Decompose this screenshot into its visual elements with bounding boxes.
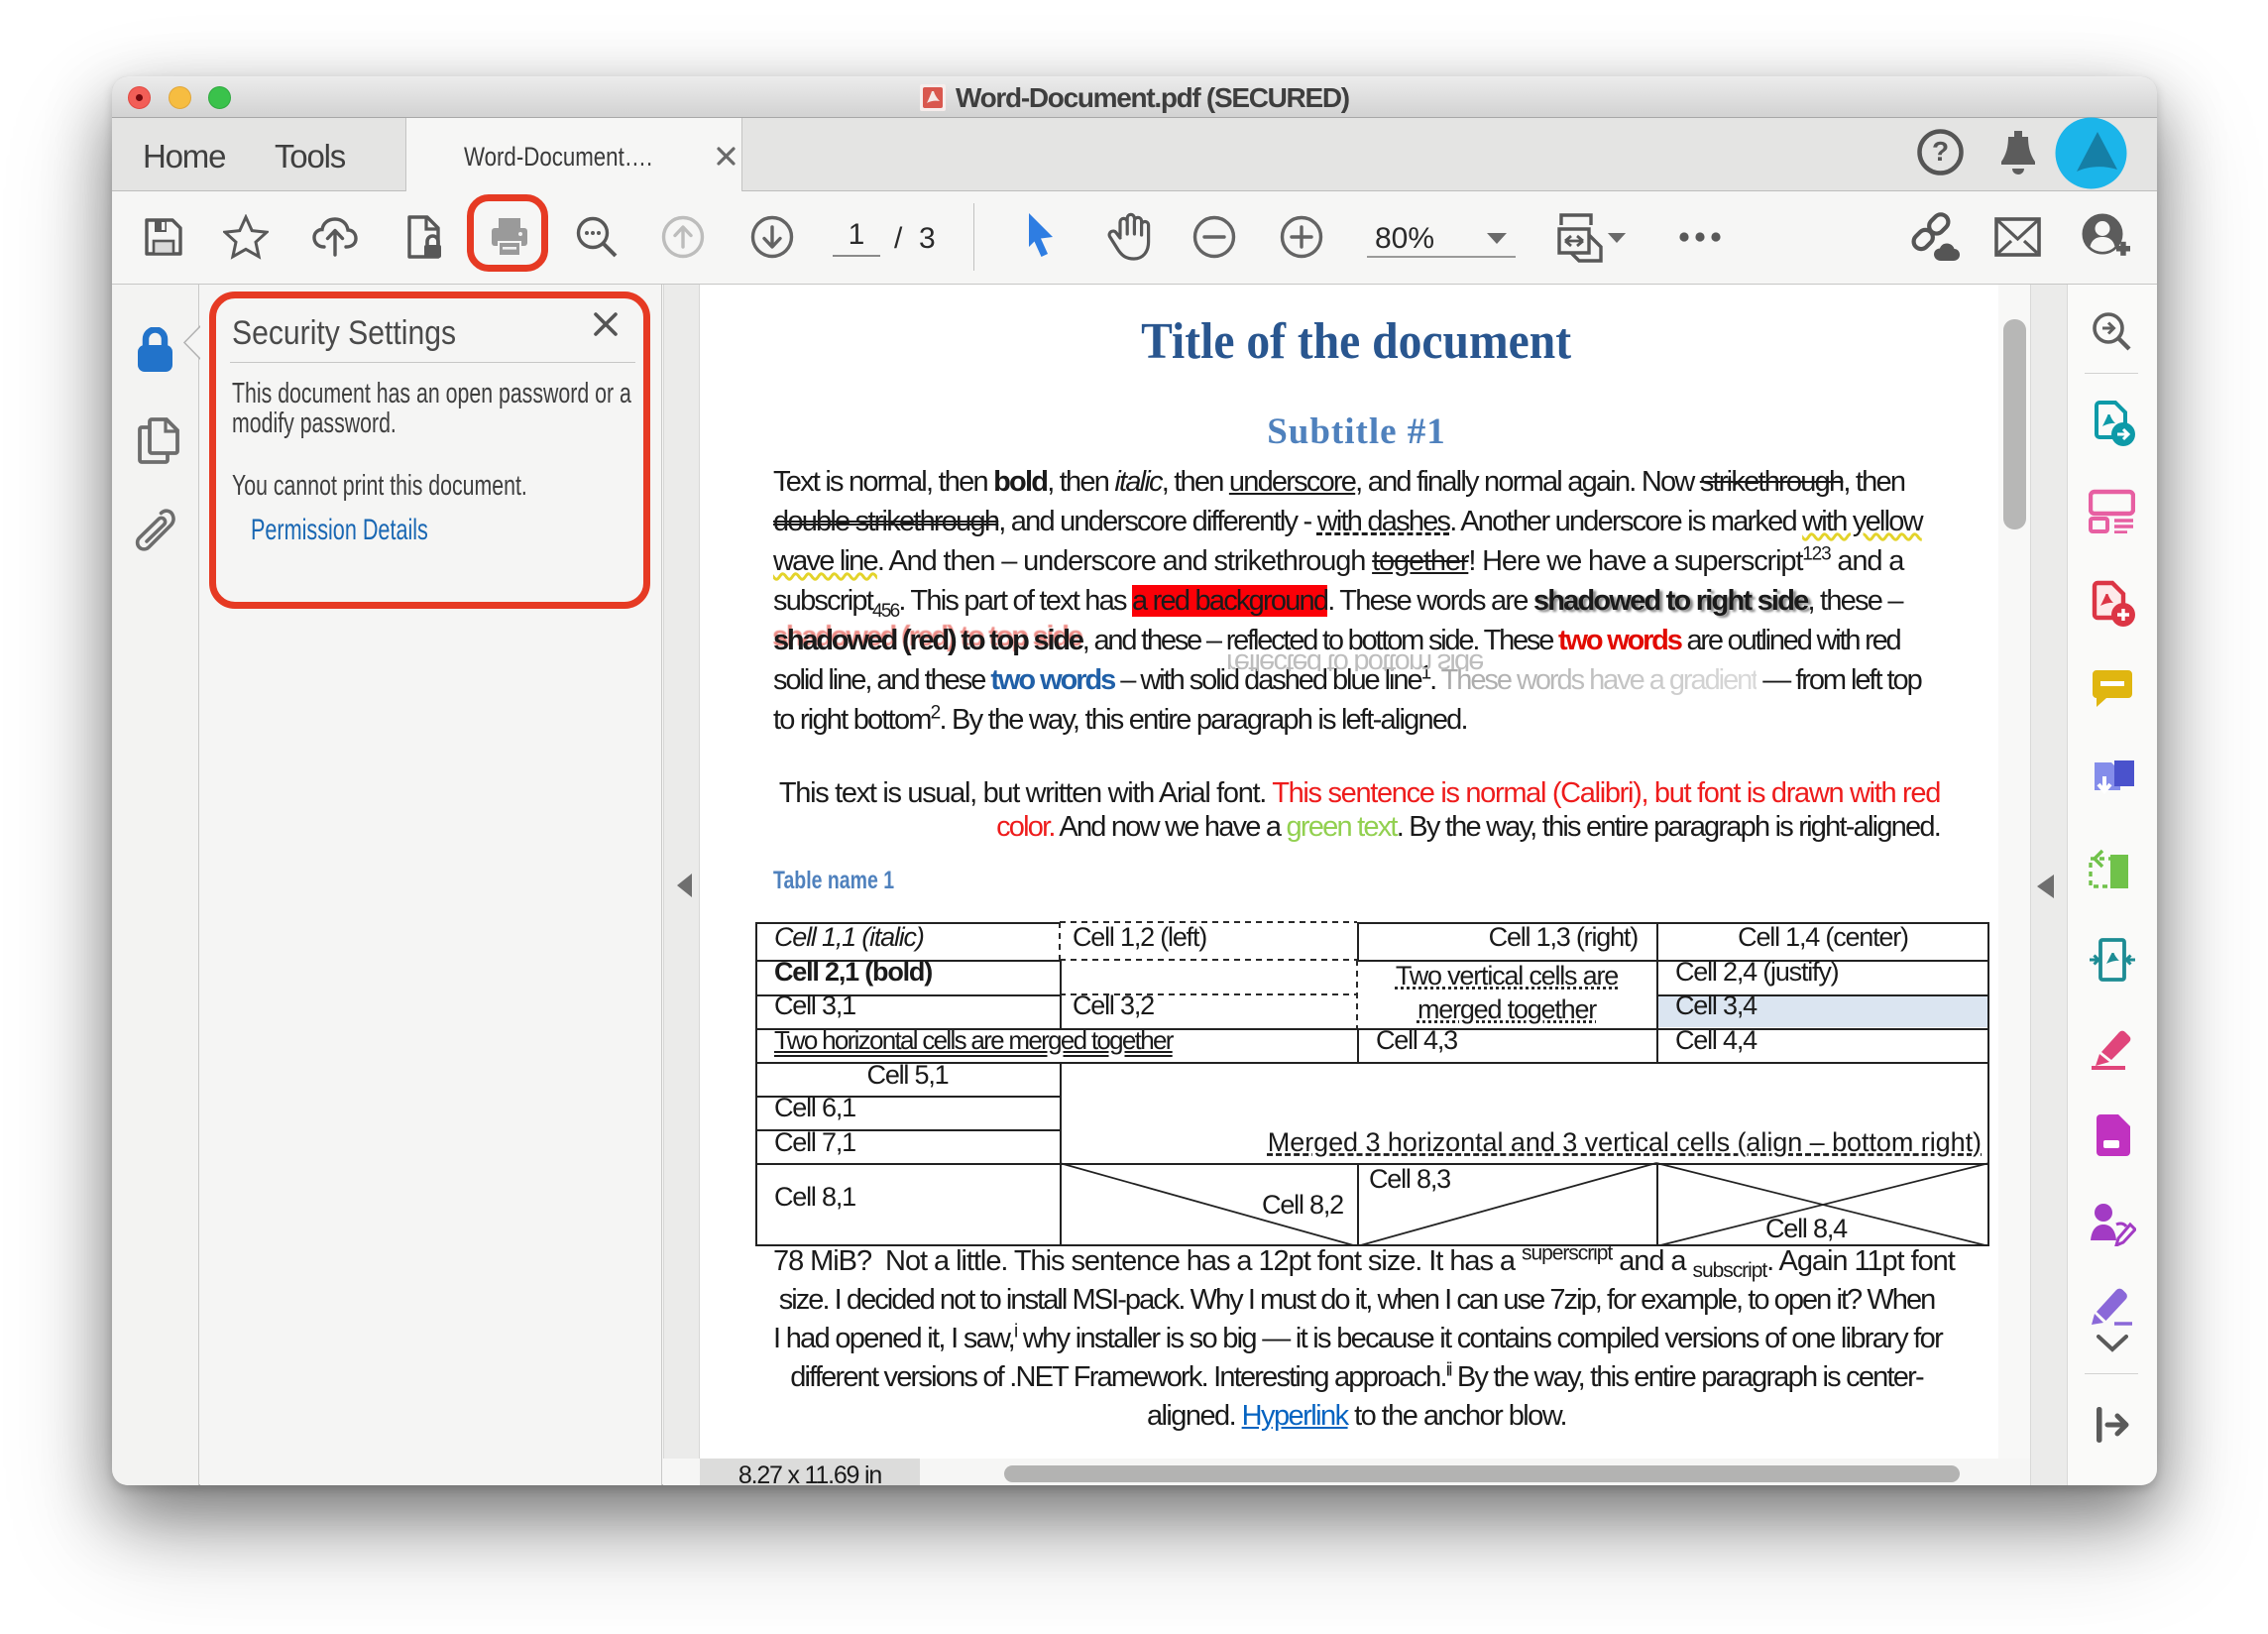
svg-text:?: ? <box>1932 136 1949 167</box>
